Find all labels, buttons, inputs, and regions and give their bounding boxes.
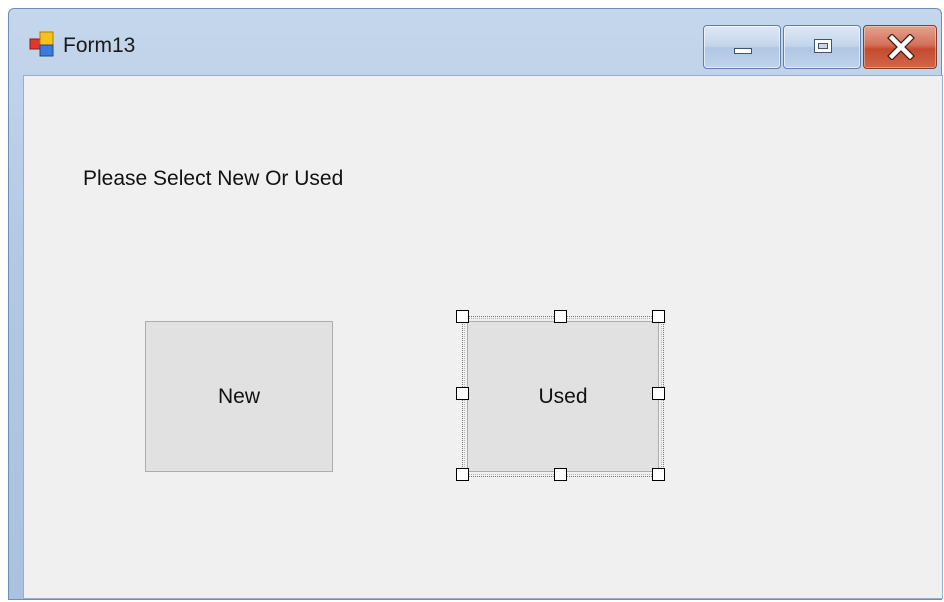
maximize-button[interactable] — [783, 25, 861, 69]
resize-handle-bottom-right[interactable] — [652, 468, 665, 481]
resize-handle-bottom[interactable] — [554, 468, 567, 481]
close-button[interactable] — [863, 25, 937, 69]
prompt-label: Please Select New Or Used — [83, 167, 344, 190]
new-button[interactable]: New — [145, 321, 333, 472]
resize-handle-right[interactable] — [652, 387, 665, 400]
window-title: Form13 — [63, 34, 136, 57]
maximize-icon — [814, 39, 832, 53]
minimize-icon — [734, 48, 752, 54]
resize-handle-left[interactable] — [456, 387, 469, 400]
title-bar[interactable]: Form13 — [9, 9, 941, 73]
form-app-icon — [29, 31, 54, 57]
resize-handle-top-left[interactable] — [456, 310, 469, 323]
close-icon — [887, 34, 915, 60]
resize-handle-top[interactable] — [554, 310, 567, 323]
minimize-button[interactable] — [703, 25, 781, 69]
resize-handle-top-right[interactable] — [652, 310, 665, 323]
designer-selection-frame — [462, 316, 664, 477]
form-window: Form13 Please Select New Or Used New Use… — [8, 8, 943, 600]
resize-handle-bottom-left[interactable] — [456, 468, 469, 481]
form-client-area: Please Select New Or Used New Used — [23, 75, 943, 599]
